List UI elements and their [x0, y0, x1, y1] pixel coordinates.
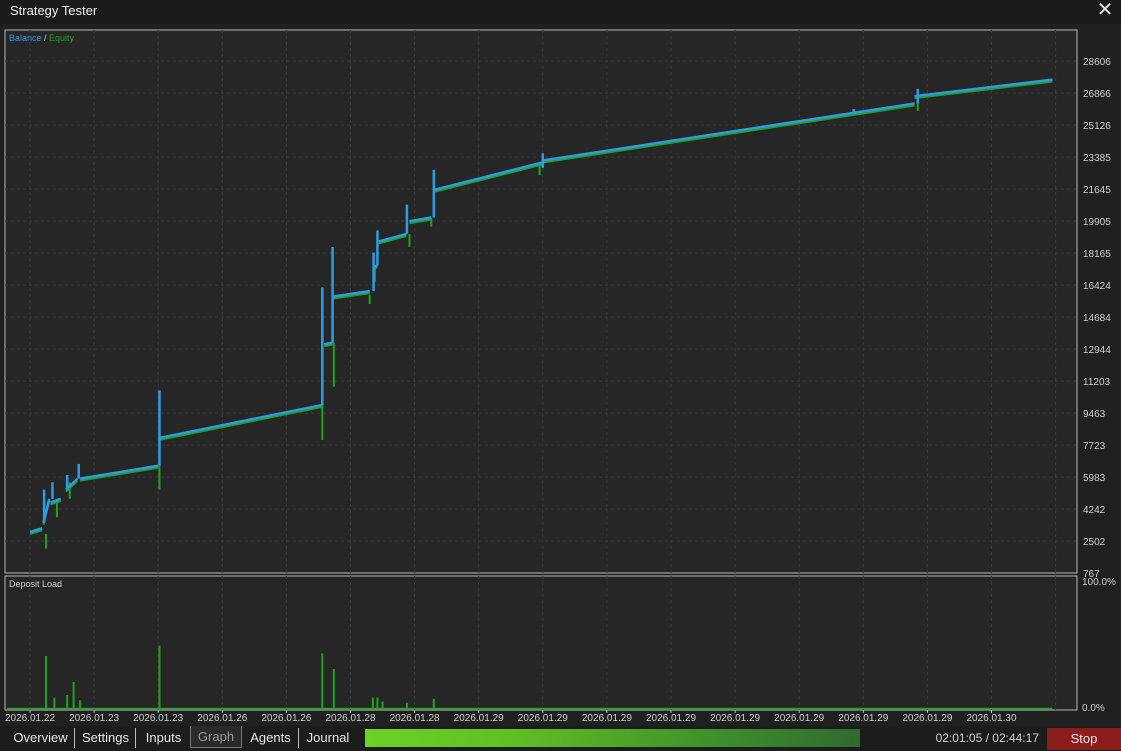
deposit-load-panel	[4, 575, 1078, 711]
y-tick-label: 19905	[1083, 217, 1111, 228]
deposit-load-title: Deposit Load	[9, 579, 62, 589]
y-tick-label: 18165	[1083, 249, 1111, 260]
tab-agents[interactable]: Agents	[243, 728, 299, 748]
x-tick-label: 2026.01.23	[133, 713, 183, 724]
x-tick-label: 2026.01.29	[838, 713, 888, 724]
tab-settings[interactable]: Settings	[76, 728, 136, 748]
y-tick-label: 12944	[1083, 345, 1111, 356]
x-tick-label: 2026.01.29	[710, 713, 760, 724]
legend-balance: Balance	[9, 33, 42, 43]
y-tick-label: 5983	[1083, 473, 1106, 484]
x-tick-label: 2026.01.29	[518, 713, 568, 724]
y-tick-label: 21645	[1083, 185, 1111, 196]
x-tick-label: 2026.01.29	[646, 713, 696, 724]
y-tick-label: 25126	[1083, 121, 1111, 132]
y-tick-label: 9463	[1083, 409, 1106, 420]
x-tick-label: 2026.01.30	[966, 713, 1016, 724]
bottom-tab-bar: Overview Settings Inputs Graph Agents Jo…	[0, 726, 1121, 751]
y-tick-label: 14684	[1083, 313, 1111, 324]
y-tick-label: 23385	[1083, 153, 1111, 164]
chart-legend: Balance / Equity	[9, 33, 75, 43]
test-progress-bar	[365, 729, 860, 747]
balance-panel	[4, 29, 1078, 574]
legend-equity: Equity	[49, 33, 75, 43]
y-tick-label: 4242	[1083, 505, 1106, 516]
deposit-y-tick-min: 0.0%	[1082, 703, 1105, 714]
tab-journal[interactable]: Journal	[300, 728, 356, 748]
y-tick-label: 16424	[1083, 281, 1111, 292]
x-tick-label: 2026.01.28	[325, 713, 375, 724]
x-tick-label: 2026.01.23	[69, 713, 119, 724]
x-tick-label: 2026.01.29	[902, 713, 952, 724]
tab-inputs[interactable]: Inputs	[137, 728, 190, 748]
x-tick-label: 2026.01.29	[774, 713, 824, 724]
stop-button[interactable]: Stop	[1047, 728, 1121, 750]
x-tick-label: 2026.01.28	[390, 713, 440, 724]
elapsed-time: 02:01:05 / 02:44:17	[935, 731, 1039, 745]
x-tick-label: 2026.01.29	[454, 713, 504, 724]
y-tick-label: 11203	[1083, 377, 1111, 388]
window-title: Strategy Tester	[10, 3, 98, 18]
chart-area: 7672502424259837723946311203129441468416…	[4, 29, 1116, 724]
legend-separator: /	[42, 33, 50, 43]
x-tick-label: 2026.01.26	[261, 713, 311, 724]
title-bar: Strategy Tester ✕	[0, 0, 1121, 24]
tab-graph[interactable]: Graph	[190, 726, 242, 748]
y-tick-label: 26866	[1083, 89, 1111, 100]
y-tick-label: 7723	[1083, 441, 1106, 452]
y-tick-label: 2502	[1083, 537, 1106, 548]
x-tick-label: 2026.01.29	[582, 713, 632, 724]
y-tick-label: 28606	[1083, 57, 1111, 68]
x-tick-label: 2026.01.26	[197, 713, 247, 724]
tab-overview[interactable]: Overview	[7, 728, 75, 748]
close-icon[interactable]: ✕	[1095, 0, 1115, 22]
deposit-y-tick-max: 100.0%	[1082, 577, 1116, 588]
x-tick-label: 2026.01.22	[5, 713, 55, 724]
